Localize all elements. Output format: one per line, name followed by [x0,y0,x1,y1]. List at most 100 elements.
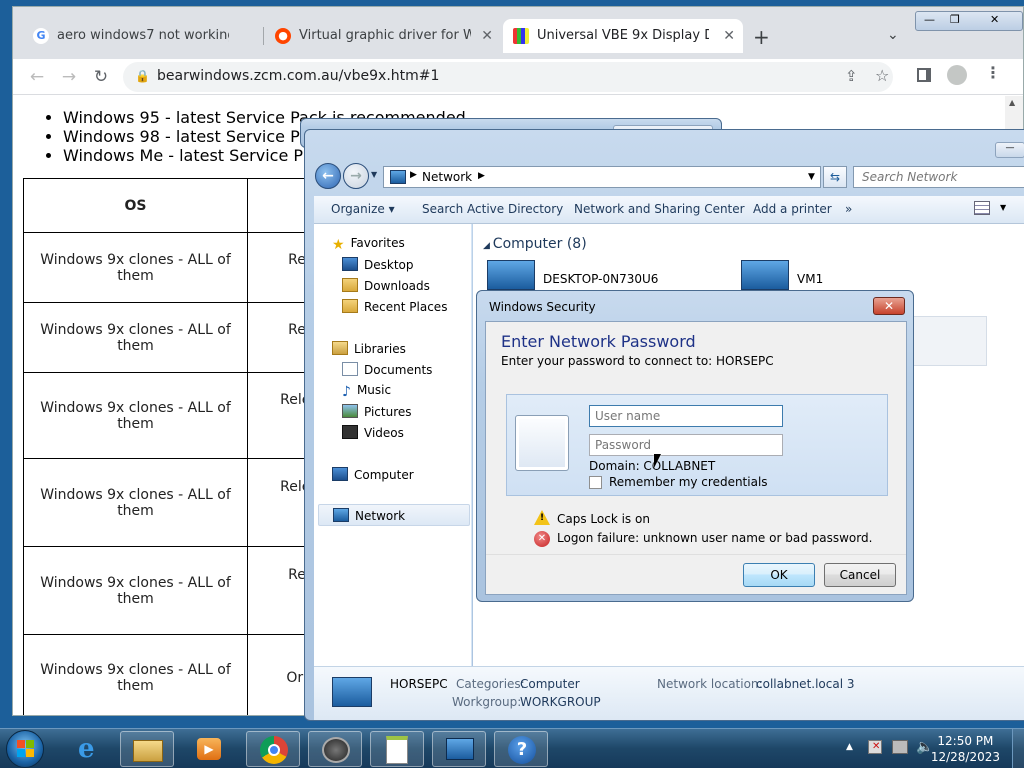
close-button[interactable]: ✕ [990,13,999,26]
computer-icon [332,467,348,481]
nav-recent-places[interactable]: Recent Places [342,299,447,314]
media-player-icon[interactable]: ▶ [182,731,236,767]
tab-search-button[interactable]: ⌄ [887,27,899,43]
url-text: bearwindows.zcm.com.au/vbe9x.htm#1 [157,68,440,84]
back-arrow-icon[interactable]: ← [315,163,341,189]
menu-icon[interactable]: ⋮ [985,63,1001,82]
caps-lock-warning: Caps Lock is on [557,512,650,526]
computer-icon[interactable] [487,260,535,290]
show-hidden-icons-icon[interactable]: ▲ [846,742,853,752]
close-tab-icon[interactable]: ✕ [723,19,735,53]
system-clock[interactable]: 12:50 PM 12/28/2023 [931,733,1000,765]
chrome-icon[interactable] [246,731,300,767]
taskbar: e ▶ ? ▲ ✕ 🔈 12:50 PM 12/28/2023 [0,728,1024,768]
star-icon[interactable]: ☆ [875,66,889,85]
internet-explorer-icon[interactable]: e [62,731,116,767]
table-header: OS [23,178,248,233]
table-cell: Windows 9x clones - ALL of them [23,634,248,715]
reload-button[interactable]: ↻ [89,65,113,89]
details-pane: HORSEPC Categories: Computer Workgroup: … [314,666,1024,720]
nav-network[interactable]: Network [318,504,470,526]
error-icon: ✕ [534,531,550,547]
command-bar: Organize ▾ Search Active Directory Netwo… [314,196,1024,224]
network-tray-icon[interactable] [892,740,908,754]
refresh-icon[interactable]: ⇆ [823,166,847,188]
maximize-button[interactable]: ❐ [950,13,960,26]
clock-date: 12/28/2023 [930,750,1000,764]
forward-arrow-icon[interactable]: → [343,163,369,189]
recent-pages-icon[interactable]: ▼ [371,170,377,179]
start-button[interactable] [6,730,44,768]
documents-icon [342,362,358,376]
logon-error-message: Logon failure: unknown user name or bad … [557,531,873,545]
tab-strip: G aero windows7 not working - Go ● Virtu… [13,7,1023,59]
close-button[interactable]: ✕ [873,297,905,315]
ok-button[interactable]: OK [743,563,815,587]
help-icon[interactable]: ? [494,731,548,767]
nav-libraries[interactable]: Libraries [332,341,406,356]
chevron-down-icon[interactable]: ▼ [808,172,815,182]
profile-icon[interactable] [947,65,967,85]
minimize-button[interactable]: — [995,142,1024,158]
tab-google-search[interactable]: G aero windows7 not working - Go [23,19,259,53]
notepad-icon[interactable] [370,731,424,767]
password-field[interactable]: Password [589,434,783,456]
explorer-address-bar[interactable]: ▶ Network ▶ ▼ [383,166,821,188]
close-tab-icon[interactable]: ✕ [481,19,493,53]
search-active-directory-button[interactable]: Search Active Directory [422,202,563,216]
nav-documents[interactable]: Documents [342,362,432,377]
hardware-icon[interactable] [308,731,362,767]
username-field[interactable]: User name [589,405,783,427]
desktop-icon [342,257,358,271]
clock-time: 12:50 PM [937,734,994,748]
view-options-icon[interactable] [974,201,990,215]
minimize-button[interactable]: — [924,13,935,26]
recent-places-icon [342,299,358,313]
forward-button[interactable]: → [57,65,81,89]
downloads-folder-icon [342,278,358,292]
credential-tile: User name Password Domain: COLLABNET Rem… [506,394,888,496]
side-panel-icon[interactable] [917,68,931,82]
add-printer-button[interactable]: Add a printer [753,202,832,216]
more-commands-button[interactable]: » [845,202,852,216]
nav-favorites[interactable]: ★ Favorites [332,236,405,253]
nav-pictures[interactable]: Pictures [342,404,412,419]
dialog-body: Enter Network Password Enter your passwo… [485,321,907,595]
remember-label[interactable]: Remember my credentials [609,475,768,489]
organize-menu[interactable]: Organize ▾ [331,202,395,216]
remember-checkbox[interactable] [589,476,602,489]
computer-icon[interactable] [741,260,789,290]
dialog-footer: OK Cancel [486,554,906,594]
selected-item-highlight [909,316,987,366]
cancel-button[interactable]: Cancel [824,563,896,587]
show-desktop-button[interactable] [1012,729,1024,768]
nav-videos[interactable]: Videos [342,425,404,440]
group-header[interactable]: ◢ Computer (8) [483,236,587,252]
details-workgroup: WORKGROUP [520,695,601,709]
search-input[interactable]: Search Network [853,166,1024,188]
reddit-icon: ● [275,28,291,44]
mouse-cursor [654,454,661,468]
user-tile-icon [515,415,569,471]
table-cell: Windows 9x clones - ALL of them [23,546,248,635]
nav-desktop[interactable]: Desktop [342,257,414,272]
dialog-subtitle: Enter your password to connect to: HORSE… [501,354,774,368]
nav-computer[interactable]: Computer [332,467,414,482]
new-tab-button[interactable]: + [753,25,770,49]
network-icon[interactable] [432,731,486,767]
address-bar[interactable]: 🔒 bearwindows.zcm.com.au/vbe9x.htm#1 ⇪ ☆ [123,62,893,92]
chevron-down-icon[interactable]: ▼ [1000,203,1006,212]
computer-item[interactable]: VM1 [797,272,823,286]
file-explorer-icon[interactable] [120,731,174,767]
address-label: Network [422,170,473,184]
dialog-heading: Enter Network Password [501,332,696,351]
nav-downloads[interactable]: Downloads [342,278,430,293]
nav-music[interactable]: ♪ Music [342,383,391,400]
tab-universal-vbe[interactable]: Universal VBE 9x Display Driver F ✕ [503,19,743,53]
network-sharing-center-button[interactable]: Network and Sharing Center [574,202,745,216]
action-center-icon[interactable]: ✕ [868,740,882,754]
tab-reddit[interactable]: ● Virtual graphic driver for Windo ✕ [265,19,501,53]
computer-item[interactable]: DESKTOP-0N730U6 [543,272,658,286]
back-button[interactable]: ← [25,65,49,89]
share-icon[interactable]: ⇪ [845,67,858,85]
